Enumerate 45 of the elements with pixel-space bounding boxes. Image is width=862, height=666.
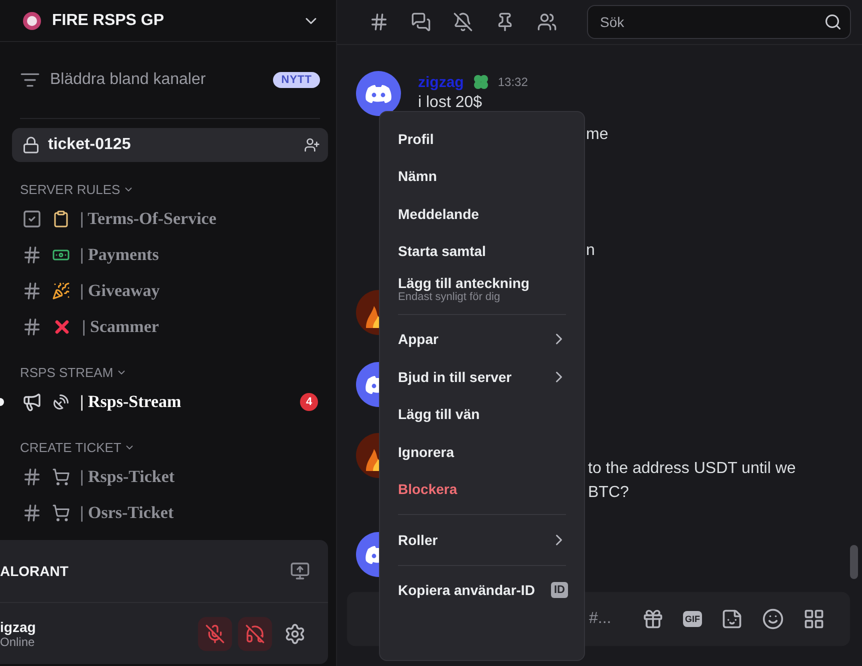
browse-channels-item[interactable]: Bläddra bland kanaler NYTT	[20, 42, 320, 119]
menu-item[interactable]: Kopiera användar-ID ID	[390, 572, 574, 609]
category-name[interactable]: RSPS STREAM	[20, 364, 114, 380]
activity-title: ALORANT	[0, 563, 70, 579]
menu-item[interactable]: Lägg till anteckning Endast synligt för dig	[390, 270, 574, 308]
message-text: n	[586, 241, 595, 261]
menu-item[interactable]: Bjud in till server	[390, 358, 574, 396]
menu-item[interactable]: Nämn	[390, 158, 574, 195]
user-name: igzag	[0, 618, 37, 634]
channel-name: ticket-0125	[48, 136, 132, 154]
menu-item[interactable]: Lägg till vän	[390, 396, 574, 433]
message-text: me	[586, 125, 608, 145]
menu-item[interactable]: Meddelande	[390, 195, 574, 232]
channel-item[interactable]: | Payments	[0, 237, 336, 273]
server-name: FIRE RSPS GP	[52, 12, 166, 30]
id-badge: ID	[551, 582, 568, 598]
gif-button[interactable]: GIF	[683, 611, 702, 627]
browse-label: Bläddra bland kanaler	[50, 71, 207, 89]
message-text: BTC?	[588, 483, 629, 503]
channel-item[interactable]: | Rsps-Ticket	[0, 459, 336, 495]
author-name: zigzag	[418, 74, 464, 90]
category-name[interactable]: CREATE TICKET	[20, 440, 122, 454]
user-status: Online	[0, 634, 36, 648]
menu-item[interactable]: Starta samtal	[390, 232, 574, 270]
menu-item[interactable]: Blockera	[390, 470, 574, 508]
menu-item[interactable]: Appar	[390, 320, 574, 358]
channel-item[interactable]: | Rsps-Stream 4	[0, 384, 336, 420]
mention-badge: 4	[300, 393, 318, 411]
new-badge: NYTT	[273, 72, 320, 88]
menu-item[interactable]: Roller	[390, 521, 574, 558]
channel-item[interactable]: | Terms-Of-Service	[0, 201, 336, 237]
channel-item[interactable]: | Osrs-Ticket	[0, 495, 336, 531]
menu-item-hint: Endast synligt för dig	[398, 290, 500, 303]
message-text: i lost 20$	[418, 93, 482, 112]
menu-item[interactable]: Profil	[390, 120, 574, 158]
channel-item[interactable]: | Scammer	[0, 309, 336, 345]
channel-item[interactable]: ticket-0125	[12, 128, 328, 162]
message-input[interactable]: #...	[589, 610, 623, 628]
search-field[interactable]: Sök	[598, 13, 824, 31]
timestamp: 13:32	[498, 75, 528, 89]
channel-item[interactable]: | Giveaway	[0, 273, 336, 309]
category-name[interactable]: SERVER RULES	[20, 182, 120, 196]
message-text: to the address USDT until we	[588, 459, 796, 479]
menu-item[interactable]: Ignorera	[390, 433, 574, 470]
search-box[interactable]: Sök	[587, 5, 851, 39]
